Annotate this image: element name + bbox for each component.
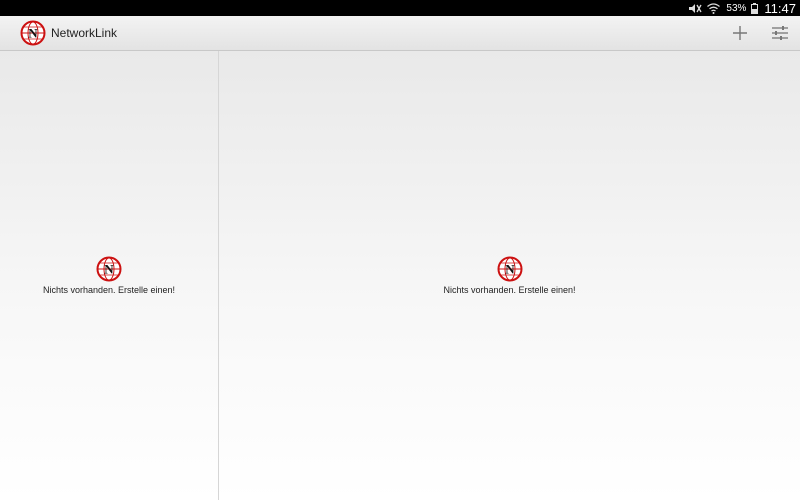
empty-state: N Nichts vorhanden. Erstelle einen!: [0, 256, 218, 295]
app-logo-letter: N: [28, 26, 38, 41]
right-pane: N Nichts vorhanden. Erstelle einen!: [219, 51, 800, 500]
mute-icon: [688, 3, 702, 14]
left-pane: N Nichts vorhanden. Erstelle einen!: [0, 51, 219, 500]
plus-icon: [733, 26, 747, 40]
battery-percent: 53%: [726, 2, 747, 14]
app-title: NetworkLink: [51, 26, 118, 40]
app-logo-icon: N: [96, 256, 122, 282]
action-bar: N NetworkLink: [0, 16, 800, 51]
sliders-icon: [772, 26, 788, 40]
add-button[interactable]: [720, 16, 760, 50]
app-logo-icon[interactable]: N: [20, 20, 46, 46]
wifi-icon: [707, 2, 721, 14]
empty-message: Nichts vorhanden. Erstelle einen!: [42, 285, 176, 295]
status-clock: 11:47: [764, 0, 796, 16]
empty-logo-letter: N: [104, 262, 114, 277]
status-bar: 53% 11:47: [0, 0, 800, 16]
settings-button[interactable]: [760, 16, 800, 50]
battery-icon: [751, 2, 759, 14]
empty-message: Nichts vorhanden. Erstelle einen!: [443, 285, 576, 295]
action-bar-actions: [720, 16, 800, 50]
empty-logo-letter: N: [505, 262, 515, 277]
empty-state: N Nichts vorhanden. Erstelle einen!: [219, 256, 800, 295]
app-logo-icon: N: [497, 256, 523, 282]
